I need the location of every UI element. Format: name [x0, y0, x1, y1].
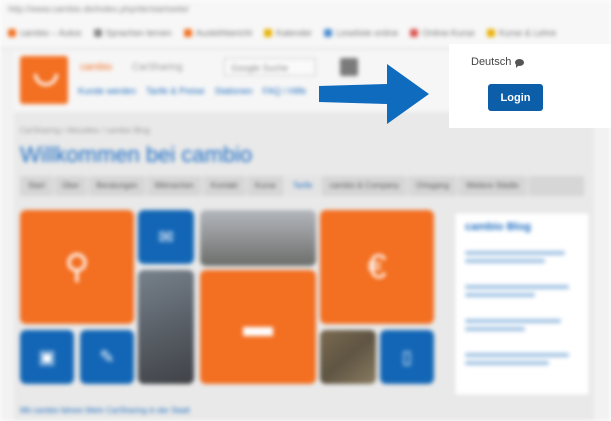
photo-tile-cars[interactable] [200, 210, 316, 266]
euro-icon: € [367, 248, 387, 286]
blog-link[interactable] [465, 319, 561, 323]
bookmark-item[interactable]: Leseliste online [324, 28, 398, 38]
top-nav-link[interactable]: Kunde werden [78, 86, 136, 96]
tab-item[interactable]: Mitmachen [147, 176, 203, 196]
blog-title: cambio Blog [465, 221, 532, 233]
blog-link[interactable] [465, 327, 525, 331]
arrow-right-icon [319, 64, 429, 124]
main-tabs: Start Über Beratungen Mitmachen Kontakt Kurse… [20, 176, 584, 196]
card-icon: ▣ [38, 347, 56, 367]
bookmark-label: Online-Kurse [422, 28, 475, 38]
tab-item[interactable]: Über [54, 176, 89, 196]
bookmark-label: Leseliste online [336, 28, 399, 38]
top-nav-link[interactable]: Stationen [215, 86, 253, 96]
tile-phone[interactable]: ▯ [380, 330, 434, 384]
blog-box: cambio Blog [454, 212, 590, 396]
bookmark-label: Sprachen lernen [105, 28, 172, 38]
photo-tile-bike[interactable] [320, 330, 376, 384]
search-input[interactable]: Google Suche [224, 58, 316, 76]
language-selector[interactable]: Deutsch [471, 56, 525, 68]
bookmark-favicon-icon [264, 29, 273, 37]
blog-link[interactable] [465, 361, 549, 365]
cambio-logo[interactable] [20, 56, 68, 104]
tab-item[interactable]: Ortsgang [408, 176, 459, 196]
tile-pen[interactable]: ✎ [80, 330, 134, 384]
top-navigation: Kunde werden Tarife & Preise Stationen FAQ … [78, 86, 306, 96]
tab-item[interactable]: Kontakt [203, 176, 247, 196]
bookmark-item[interactable]: Kurse & Lehre [486, 28, 557, 38]
tab-item[interactable]: Weitere Städte [458, 176, 528, 196]
bookmark-favicon-icon [183, 29, 192, 37]
bookmark-favicon-icon [410, 29, 419, 37]
browser-bookmarks-bar: http://www.cambio.de/index.php/de/starts… [0, 0, 611, 49]
login-button[interactable]: Login [488, 84, 543, 111]
tile-stations[interactable]: ⚲ [20, 210, 134, 324]
browser-url: http://www.cambio.de/index.php/de/starts… [8, 4, 190, 14]
brand-subtitle: CarSharing [132, 62, 183, 73]
car-icon: ▬ [243, 310, 273, 343]
mobile-phone-icon: ▯ [402, 347, 412, 367]
tab-item[interactable]: Beratungen [88, 176, 147, 196]
tile-car[interactable]: ▬ [200, 270, 316, 384]
bookmark-label: Kalender [276, 28, 313, 38]
top-nav-link[interactable]: Tarife & Preise [146, 86, 205, 96]
bookmark-favicon-icon [324, 29, 333, 37]
bookmark-label: Ausleihbericht [195, 28, 253, 38]
bookmark-favicon-icon [93, 29, 102, 37]
bookmark-label: cambio – Autos [20, 28, 82, 38]
bookmark-item[interactable]: Sprachen lernen [93, 28, 172, 38]
speech-bubble-icon [515, 58, 525, 68]
footer-links[interactable]: Mit cambio fahren Mehr CarSharing in der… [20, 406, 190, 415]
location-pin-icon: ⚲ [64, 248, 90, 286]
breadcrumb: CarSharing / Aktuelles / cambio Blog [20, 126, 150, 135]
blog-link[interactable] [465, 285, 569, 289]
pen-icon: ✎ [99, 347, 115, 367]
blog-link[interactable] [465, 353, 569, 357]
bookmark-favicon-icon [486, 29, 495, 37]
tab-item[interactable]: Kurse [247, 176, 285, 196]
photo-tile-street[interactable] [138, 270, 194, 384]
tab-item[interactable]: cambio & Company [321, 176, 409, 196]
tab-item[interactable]: Tarife [284, 176, 322, 196]
blue-arrow-annotation [319, 64, 429, 124]
bookmark-favicon-icon [8, 29, 16, 37]
brand-name: cambio [80, 62, 113, 73]
tile-chat[interactable]: ✉ [138, 210, 194, 264]
bookmark-label: Kurse & Lehre [498, 28, 557, 38]
login-popup: Deutsch Login [449, 44, 611, 128]
bookmark-item[interactable]: Kalender [264, 28, 312, 38]
tab-item[interactable]: Start [20, 176, 54, 196]
blog-link[interactable] [465, 259, 545, 263]
bookmark-item[interactable]: Online-Kurse [410, 28, 475, 38]
logo-mark-icon [34, 74, 58, 86]
bookmark-item[interactable]: cambio – Autos [8, 28, 82, 38]
language-label: Deutsch [471, 56, 512, 68]
blog-link[interactable] [465, 251, 565, 255]
blog-link[interactable] [465, 293, 535, 297]
page-title: Willkommen bei cambio [20, 142, 253, 167]
speech-bubble-icon: ✉ [158, 227, 174, 247]
bookmark-list: cambio – Autos Sprachen lernen Ausleihberi… [8, 28, 556, 38]
tile-card[interactable]: ▣ [20, 330, 74, 384]
tile-prices[interactable]: € [320, 210, 434, 324]
bookmark-item[interactable]: Ausleihbericht [183, 28, 253, 38]
top-nav-link[interactable]: FAQ / Hilfe [263, 86, 307, 96]
